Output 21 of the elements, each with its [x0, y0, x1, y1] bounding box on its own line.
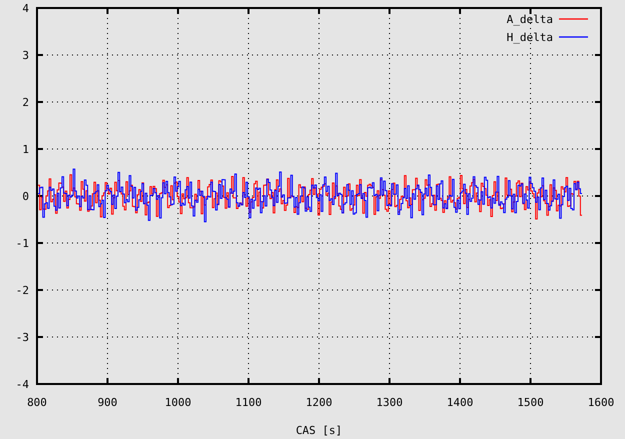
y-tick-label: 1	[22, 143, 29, 156]
x-tick-label: 1100	[235, 396, 262, 409]
y-tick-label: -4	[16, 378, 29, 391]
x-tick-label: 1600	[588, 396, 614, 409]
x-tick-label: 1000	[164, 396, 192, 409]
x-tick-label: 800	[27, 396, 47, 409]
x-tick-label: 1200	[306, 396, 332, 409]
y-tick-label: -3	[16, 331, 29, 344]
x-tick-label: 1400	[446, 396, 474, 409]
legend-label: A_delta	[506, 13, 553, 26]
legend-label: H_delta	[506, 31, 553, 44]
y-tick-label: 4	[22, 2, 29, 15]
y-tick-label: 3	[22, 49, 29, 62]
axis-label: CAS [s]	[296, 424, 342, 437]
y-tick-label: 2	[22, 96, 29, 109]
x-tick-label: 900	[98, 396, 118, 409]
x-tick-label: 1500	[517, 396, 544, 409]
x-tick-label: 1300	[376, 396, 403, 409]
y-tick-label: 0	[22, 190, 29, 203]
y-tick-label: -1	[16, 237, 29, 250]
y-tick-label: -2	[16, 284, 29, 297]
